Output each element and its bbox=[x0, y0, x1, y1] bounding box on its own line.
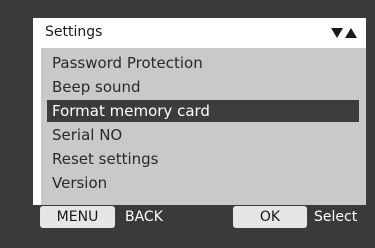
menu-item-label: Beep sound bbox=[52, 78, 141, 96]
page-title: Settings bbox=[45, 24, 103, 40]
menu-key-button[interactable]: MENU bbox=[40, 206, 115, 228]
menu-item-beep-sound[interactable]: Beep sound bbox=[41, 76, 359, 98]
softkey-bar: MENU BACK OK Select bbox=[33, 205, 366, 229]
menu-item-format-memory-card[interactable]: Format memory card bbox=[47, 100, 359, 122]
up-down-arrows-icon bbox=[330, 25, 358, 41]
ok-key-action-label: Select bbox=[314, 209, 358, 225]
menu-item-label: Password Protection bbox=[52, 54, 203, 72]
menu-item-password-protection[interactable]: Password Protection bbox=[41, 52, 359, 74]
ok-key-button[interactable]: OK bbox=[233, 206, 307, 228]
menu-item-reset-settings[interactable]: Reset settings bbox=[41, 148, 359, 170]
menu-item-version[interactable]: Version bbox=[41, 172, 359, 194]
menu-item-label: Format memory card bbox=[52, 102, 210, 120]
menu-key-action-label: BACK bbox=[125, 209, 163, 225]
menu-item-label: Reset settings bbox=[52, 150, 159, 168]
menu-item-label: Version bbox=[52, 174, 108, 192]
device-screen: Settings Password Protection Beep sound … bbox=[0, 0, 375, 248]
settings-header: Settings bbox=[33, 18, 366, 48]
settings-panel: Settings Password Protection Beep sound … bbox=[33, 18, 366, 229]
menu-item-label: Serial NO bbox=[52, 126, 123, 144]
settings-menu-list: Password Protection Beep sound Format me… bbox=[41, 48, 366, 223]
menu-item-serial-no[interactable]: Serial NO bbox=[41, 124, 359, 146]
